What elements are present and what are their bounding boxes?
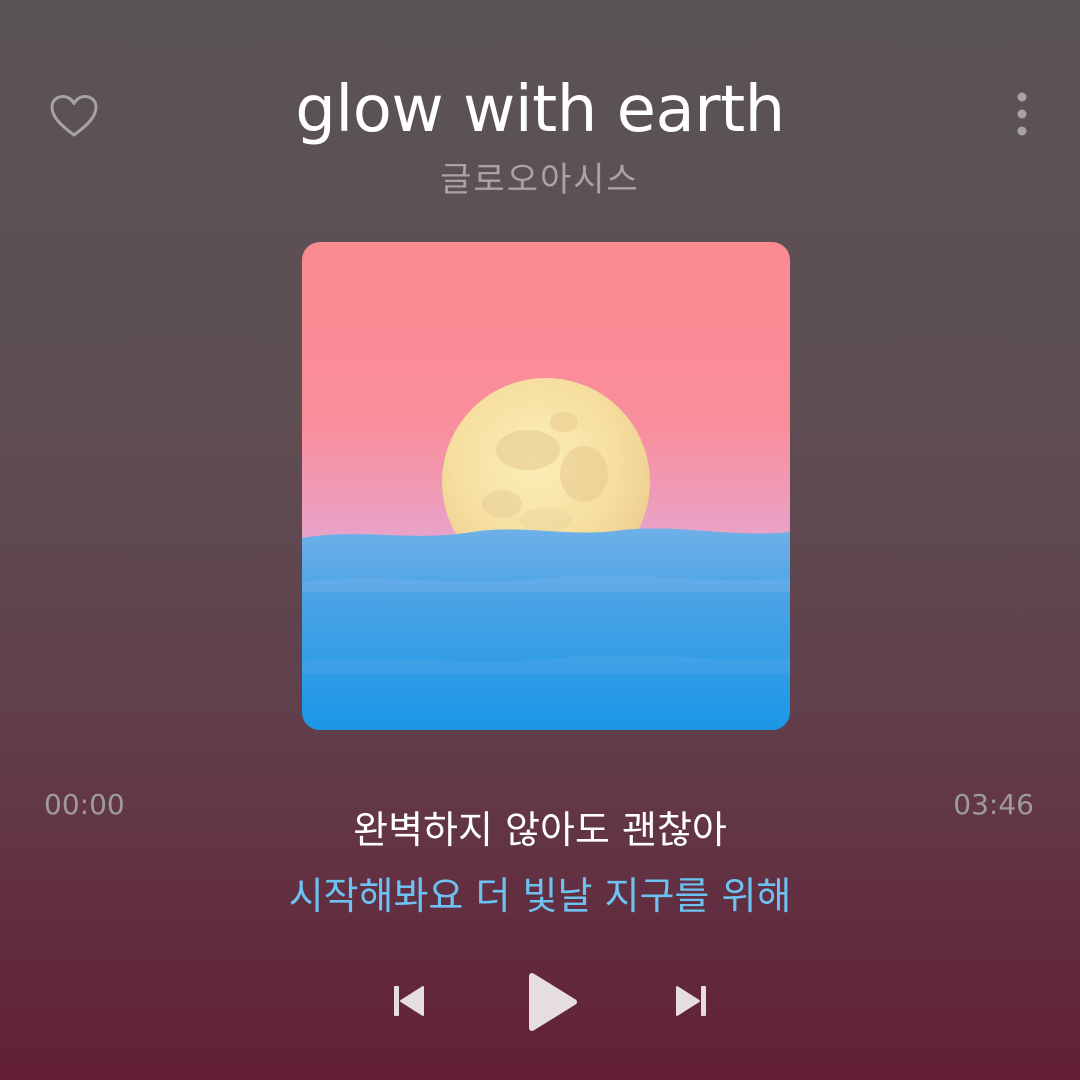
lyric-current-line: 완벽하지 않아도 괜찮아 (353, 808, 727, 852)
track-artist: 글로오아시스 (440, 160, 640, 200)
album-cover (302, 242, 790, 730)
play-icon (529, 973, 577, 1031)
more-vertical-icon (1017, 92, 1027, 136)
previous-track-button[interactable] (382, 974, 436, 1028)
skip-previous-icon (394, 986, 424, 1016)
next-track-button[interactable] (664, 974, 718, 1028)
favorite-button[interactable] (46, 88, 102, 144)
total-duration: 03:46 (953, 788, 1034, 821)
track-title: glow with earth (295, 73, 785, 147)
lyric-next-line: 시작해봐요 더 빛날 지구를 위해 (288, 874, 792, 918)
skip-next-icon (676, 986, 706, 1016)
more-options-button[interactable] (1000, 86, 1044, 142)
play-button[interactable] (516, 964, 588, 1040)
heart-outline-icon (50, 95, 98, 137)
music-player-screen: glow with earth 글로오아시스 00:00 03:46 완벽하지 … (0, 0, 1080, 1080)
elapsed-time: 00:00 (44, 788, 125, 821)
